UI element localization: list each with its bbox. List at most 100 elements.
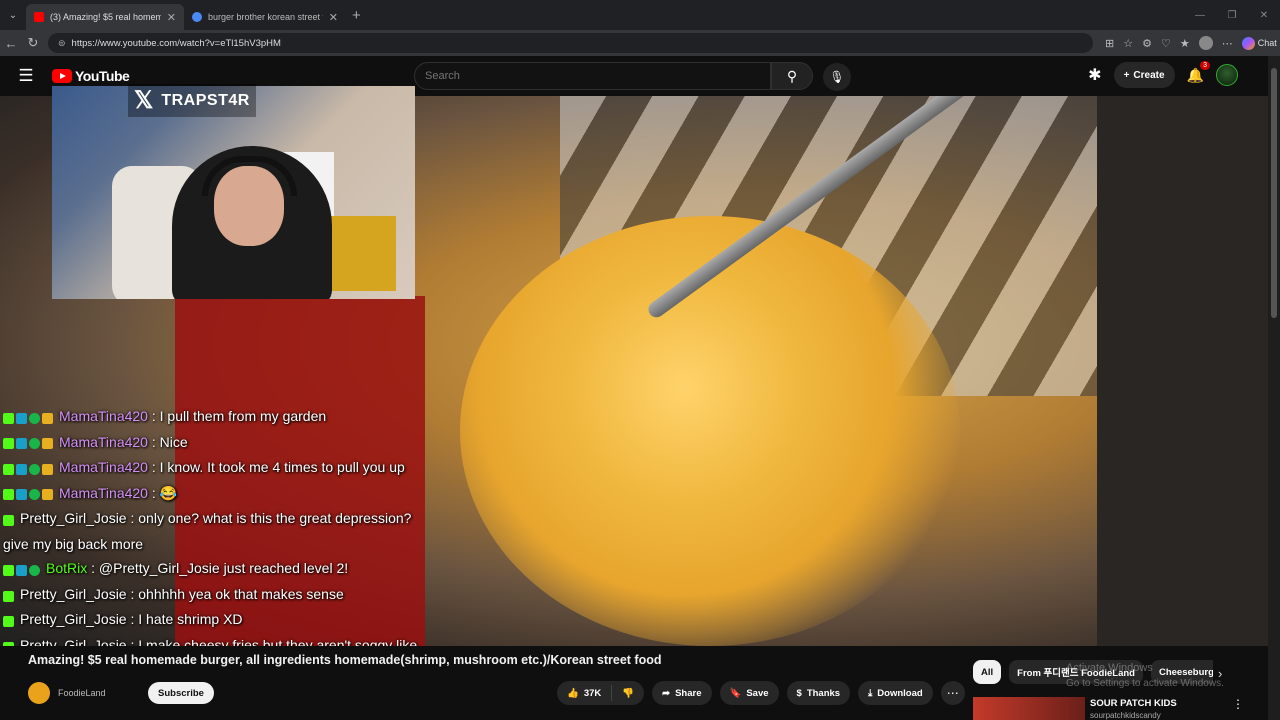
split-screen-icon[interactable]: ⊞	[1105, 37, 1114, 50]
close-tab-icon[interactable]: ✕	[329, 11, 338, 24]
search-box	[414, 62, 771, 90]
back-icon[interactable]: ←	[0, 36, 22, 51]
browser-essentials-icon[interactable]: ♡	[1161, 37, 1171, 50]
chip-all[interactable]: All	[973, 660, 1002, 684]
menu-icon[interactable]: ☰	[0, 66, 52, 86]
channel-info[interactable]: FoodieLand	[28, 682, 106, 704]
chat-text: : Nice	[147, 433, 188, 450]
streamer-name: TRAPST4R	[161, 91, 250, 109]
share-button[interactable]: ➦ Share	[652, 681, 712, 705]
url-field[interactable]: ⊜ https://www.youtube.com/watch?v=eTl15h…	[48, 33, 1093, 53]
profile-icon[interactable]	[1198, 36, 1213, 50]
download-button[interactable]: ⤓ Download	[858, 681, 933, 705]
chat-message: Pretty_Girl_Josie : I hate shrimp XD	[3, 607, 423, 633]
more-menu-icon[interactable]: ⋯	[1222, 37, 1233, 50]
favorite-star-icon[interactable]: ☆	[1123, 37, 1133, 50]
verified-badge-icon	[29, 412, 40, 424]
search-button[interactable]: ⚲	[771, 62, 813, 90]
create-button[interactable]: + Create	[1113, 62, 1175, 88]
restore-icon[interactable]: ❐	[1216, 0, 1248, 30]
account-avatar[interactable]	[1216, 64, 1238, 86]
kick-badge-icon	[3, 515, 14, 527]
more-actions-button[interactable]: ⋯	[940, 681, 965, 705]
download-icon: ⤓	[868, 687, 873, 699]
more-dots-icon: ⋯	[946, 686, 959, 700]
recommended-thumbnail[interactable]	[973, 697, 1085, 720]
chat-text: : 😂	[147, 484, 178, 501]
kick-badge-icon	[3, 463, 14, 475]
dislike-button[interactable]: 👎	[612, 688, 644, 699]
chat-username: Pretty_Girl_Josie	[20, 611, 127, 628]
site-info-icon[interactable]: ⊜	[58, 38, 66, 49]
download-label: Download	[877, 687, 923, 699]
create-label: Create	[1133, 69, 1165, 81]
chat-message: MamaTina420 : 😂	[3, 481, 423, 507]
chat-badges	[3, 405, 55, 430]
kick-badge-icon	[3, 616, 14, 628]
chat-message: MamaTina420 : I pull them from my garden	[3, 404, 423, 430]
stream-chat-overlay: MamaTina420 : I pull them from my garden…	[3, 404, 423, 683]
crown-badge-icon	[42, 412, 53, 424]
chat-badges	[3, 583, 16, 608]
youtube-logo-text: YouTube	[75, 68, 130, 84]
chat-badges	[3, 456, 55, 481]
minimize-icon[interactable]: —	[1184, 0, 1216, 30]
extension-gear-icon[interactable]: ✱	[1088, 65, 1101, 85]
tab-search-result[interactable]: burger brother korean street food ✕	[184, 4, 346, 30]
search-input[interactable]	[425, 70, 770, 82]
recommended-more-icon[interactable]: ⋮	[1232, 697, 1244, 711]
tab-youtube-video[interactable]: (3) Amazing! $5 real homemade b ✕	[26, 4, 184, 30]
thanks-icon: $	[796, 687, 802, 699]
chat-username: MamaTina420	[59, 408, 148, 424]
copilot-button[interactable]: Chat	[1241, 36, 1277, 50]
channel-name[interactable]: FoodieLand	[58, 688, 106, 698]
save-button[interactable]: 🔖 Save	[719, 681, 779, 705]
youtube-favicon-icon	[34, 12, 44, 22]
close-window-icon[interactable]: ✕	[1248, 0, 1280, 30]
reload-icon[interactable]: ↻	[22, 35, 44, 51]
video-side-panel-dark	[1097, 96, 1268, 646]
thanks-button[interactable]: $ Thanks	[786, 681, 851, 705]
notifications-button[interactable]: 🔔 3	[1187, 60, 1210, 84]
bookmark-icon: 🔖	[729, 687, 742, 699]
thanks-label: Thanks	[806, 687, 841, 699]
watermark-line-1: Activate Windows	[1066, 662, 1153, 674]
plus-icon: +	[1123, 69, 1130, 81]
chat-text: : @Pretty_Girl_Josie just reached level …	[87, 560, 349, 577]
browser-toolbar: ⊞ ☆ ⚙ ♡ ★ ⋯ Chat	[1105, 36, 1277, 50]
window-controls: — ❐ ✕	[1184, 0, 1280, 30]
recommended-title[interactable]: SOUR PATCH KIDS	[1090, 698, 1177, 709]
verified-badge-icon	[29, 463, 40, 475]
sub-badge-icon	[16, 412, 27, 424]
extensions-icon[interactable]: ⚙	[1142, 37, 1152, 50]
channel-avatar[interactable]	[28, 682, 50, 704]
chat-username: MamaTina420	[59, 459, 148, 476]
voice-search-button[interactable]: 🎙	[823, 63, 851, 91]
chat-message: Pretty_Girl_Josie : only one? what is th…	[3, 506, 423, 556]
chat-message: Pretty_Girl_Josie : ohhhhh yea ok that m…	[3, 582, 423, 608]
close-tab-icon[interactable]: ✕	[167, 11, 176, 24]
chat-badges	[3, 507, 16, 532]
page-scrollbar[interactable]	[1268, 56, 1280, 720]
share-label: Share	[675, 687, 702, 699]
save-label: Save	[746, 687, 769, 699]
like-count: 37K	[583, 687, 602, 699]
search-favicon-icon	[192, 12, 202, 22]
like-button[interactable]: 👍 37K	[557, 688, 611, 699]
tab-actions-menu-icon[interactable]: ⌄	[0, 0, 26, 30]
verified-badge-icon	[29, 438, 40, 450]
chat-username: MamaTina420	[59, 433, 148, 450]
kick-badge-icon	[3, 590, 14, 602]
scrollbar-thumb[interactable]	[1271, 68, 1277, 318]
favorites-icon[interactable]: ★	[1180, 37, 1190, 50]
youtube-logo[interactable]: YouTube	[52, 68, 130, 84]
chat-text: : I know. It took me 4 times to pull you…	[147, 459, 405, 476]
share-icon: ➦	[662, 687, 671, 699]
windows-activation-watermark: Activate Windows Go to Settings to activ…	[1066, 661, 1224, 691]
streamer-brand-overlay: 𝕏 TRAPST4R	[128, 84, 256, 117]
chat-username: BotRix	[46, 560, 88, 577]
new-tab-icon[interactable]: +	[352, 7, 361, 24]
subscribe-button[interactable]: Subscribe	[148, 682, 214, 704]
kick-badge-icon	[3, 489, 14, 501]
like-dislike-group: 👍 37K 👎	[557, 681, 645, 705]
